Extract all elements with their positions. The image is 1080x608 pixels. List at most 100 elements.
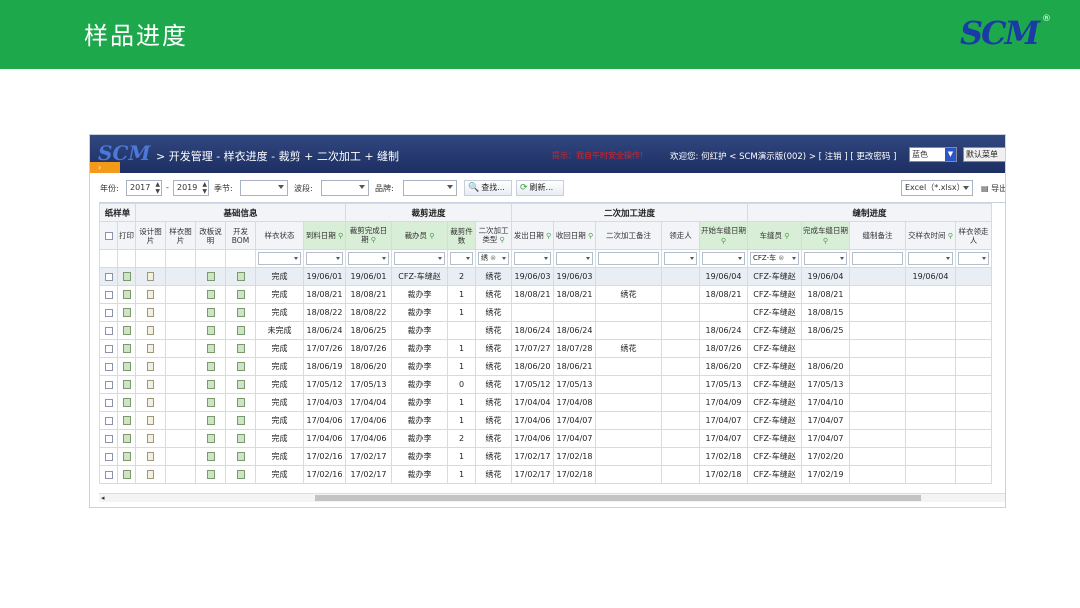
revision-note-icon[interactable] [206, 344, 215, 353]
default-menu-button[interactable]: 默认菜单 [963, 147, 1005, 162]
filter-pin-icon[interactable]: ⚲ [586, 232, 593, 240]
revision-note-icon-cell[interactable] [195, 465, 226, 484]
print-icon[interactable] [122, 398, 131, 407]
column-header[interactable]: 打印 [117, 221, 136, 250]
sample-image-cell[interactable] [165, 303, 196, 322]
print-icon-cell[interactable] [117, 465, 136, 484]
design-image-icon[interactable] [147, 362, 154, 371]
design-image-icon[interactable] [147, 416, 154, 425]
print-icon[interactable] [122, 452, 131, 461]
table-row[interactable]: 完成 19/06/01 19/06/01 CFZ-车缝赵 2 绣花 19/06/03 19/0… [99, 267, 992, 286]
print-icon-cell[interactable] [117, 303, 136, 322]
bom-icon-cell[interactable] [225, 321, 256, 340]
spinner-arrows-icon[interactable]: ▲ ▼ [155, 181, 160, 195]
column-filter-select[interactable]: CFZ-车 ⊗ [750, 252, 799, 265]
excel-format-select[interactable]: Excel（*.xlsx） [901, 180, 973, 196]
bom-icon[interactable] [236, 272, 245, 281]
sample-image-cell[interactable] [165, 465, 196, 484]
row-checkbox-cell[interactable] [99, 285, 118, 304]
print-icon-cell[interactable] [117, 339, 136, 358]
column-header[interactable]: 样衣图片 [165, 221, 196, 250]
export-button[interactable]: ▤ 导出 [981, 183, 1005, 194]
row-checkbox-cell[interactable] [99, 267, 118, 286]
spinner-arrows-icon[interactable]: ▲ ▼ [202, 181, 207, 195]
find-button[interactable]: 🔍 查找... [464, 180, 512, 196]
bom-icon[interactable] [236, 470, 245, 479]
clear-filter-icon[interactable]: ⊗ [776, 254, 784, 262]
print-icon[interactable] [122, 416, 131, 425]
bom-icon-cell[interactable] [225, 411, 256, 430]
design-image-icon[interactable] [147, 380, 154, 389]
revision-note-icon-cell[interactable] [195, 393, 226, 412]
revision-note-icon[interactable] [206, 326, 215, 335]
revision-note-icon-cell[interactable] [195, 447, 226, 466]
table-row[interactable]: 完成 17/04/06 17/04/06 裁办李 2 绣花 17/04/06 17/04/07… [99, 429, 992, 448]
bom-icon-cell[interactable] [225, 303, 256, 322]
column-header[interactable]: 车缝员 ⚲ [747, 221, 802, 250]
print-icon-cell[interactable] [117, 447, 136, 466]
clear-filter-icon[interactable]: ⊗ [488, 254, 496, 262]
revision-note-icon[interactable] [206, 452, 215, 461]
bom-icon[interactable] [236, 434, 245, 443]
column-filter-select[interactable]: 绣 ⊗ [478, 252, 509, 265]
bom-icon-cell[interactable] [225, 357, 256, 376]
bom-icon-cell[interactable] [225, 429, 256, 448]
table-row[interactable]: 完成 17/02/16 17/02/17 裁办李 1 绣花 17/02/17 17/02/18… [99, 465, 992, 484]
filter-pin-icon[interactable]: ⚲ [782, 232, 789, 240]
design-image-icon-cell[interactable] [135, 429, 166, 448]
print-icon[interactable] [122, 326, 131, 335]
column-header[interactable]: 裁办员 ⚲ [391, 221, 448, 250]
design-image-icon-cell[interactable] [135, 267, 166, 286]
column-filter-select[interactable] [348, 252, 389, 265]
design-image-icon[interactable] [147, 308, 154, 317]
sample-image-cell[interactable] [165, 321, 196, 340]
user-info[interactable]: 欢迎您: 何红护 < SCM演示版(002) > [ 注销 ] [ 更改密码 ] [670, 150, 896, 162]
revision-note-icon[interactable] [206, 290, 215, 299]
print-icon[interactable] [122, 308, 131, 317]
row-checkbox[interactable] [104, 308, 113, 317]
design-image-icon[interactable] [147, 398, 154, 407]
column-header[interactable]: 裁剪完成日期 ⚲ [345, 221, 392, 250]
column-filter-select[interactable] [804, 252, 847, 265]
sample-image-cell[interactable] [165, 411, 196, 430]
row-checkbox[interactable] [104, 434, 113, 443]
row-checkbox-cell[interactable] [99, 357, 118, 376]
revision-note-icon-cell[interactable] [195, 375, 226, 394]
collapse-tab[interactable]: › [90, 162, 120, 173]
select-all-header[interactable] [99, 221, 118, 250]
filter-pin-icon[interactable]: ⚲ [497, 236, 505, 244]
design-image-icon-cell[interactable] [135, 447, 166, 466]
table-row[interactable]: 完成 18/08/21 18/08/21 裁办李 1 绣花 18/08/21 18/08/21… [99, 285, 992, 304]
row-checkbox-cell[interactable] [99, 321, 118, 340]
row-checkbox-cell[interactable] [99, 447, 118, 466]
column-header[interactable]: 开发BOM [225, 221, 256, 250]
column-filter-select[interactable] [598, 252, 659, 265]
row-checkbox[interactable] [104, 470, 113, 479]
column-header[interactable]: 完成车缝日期 ⚲ [801, 221, 850, 250]
design-image-icon[interactable] [147, 272, 154, 281]
row-checkbox-cell[interactable] [99, 465, 118, 484]
print-icon[interactable] [122, 380, 131, 389]
design-image-icon-cell[interactable] [135, 465, 166, 484]
table-row[interactable]: 完成 17/04/03 17/04/04 裁办李 1 绣花 17/04/04 17/04/08… [99, 393, 992, 412]
bom-icon[interactable] [236, 308, 245, 317]
row-checkbox-cell[interactable] [99, 429, 118, 448]
column-header[interactable]: 到料日期 ⚲ [303, 221, 346, 250]
print-icon-cell[interactable] [117, 321, 136, 340]
row-checkbox[interactable] [104, 380, 113, 389]
bom-icon[interactable] [236, 362, 245, 371]
sample-image-cell[interactable] [165, 339, 196, 358]
design-image-icon[interactable] [147, 452, 154, 461]
bom-icon-cell[interactable] [225, 393, 256, 412]
filter-pin-icon[interactable]: ⚲ [823, 237, 828, 245]
row-checkbox[interactable] [104, 344, 113, 353]
bom-icon-cell[interactable] [225, 339, 256, 358]
row-checkbox[interactable] [104, 362, 113, 371]
row-checkbox[interactable] [104, 452, 113, 461]
filter-pin-icon[interactable]: ⚲ [946, 232, 953, 240]
print-icon-cell[interactable] [117, 375, 136, 394]
select-all-checkbox[interactable] [104, 232, 113, 240]
column-header[interactable]: 样衣状态 [255, 221, 304, 250]
table-row[interactable]: 完成 17/05/12 17/05/13 裁办李 0 绣花 17/05/12 17/05/13… [99, 375, 992, 394]
bom-icon-cell[interactable] [225, 267, 256, 286]
